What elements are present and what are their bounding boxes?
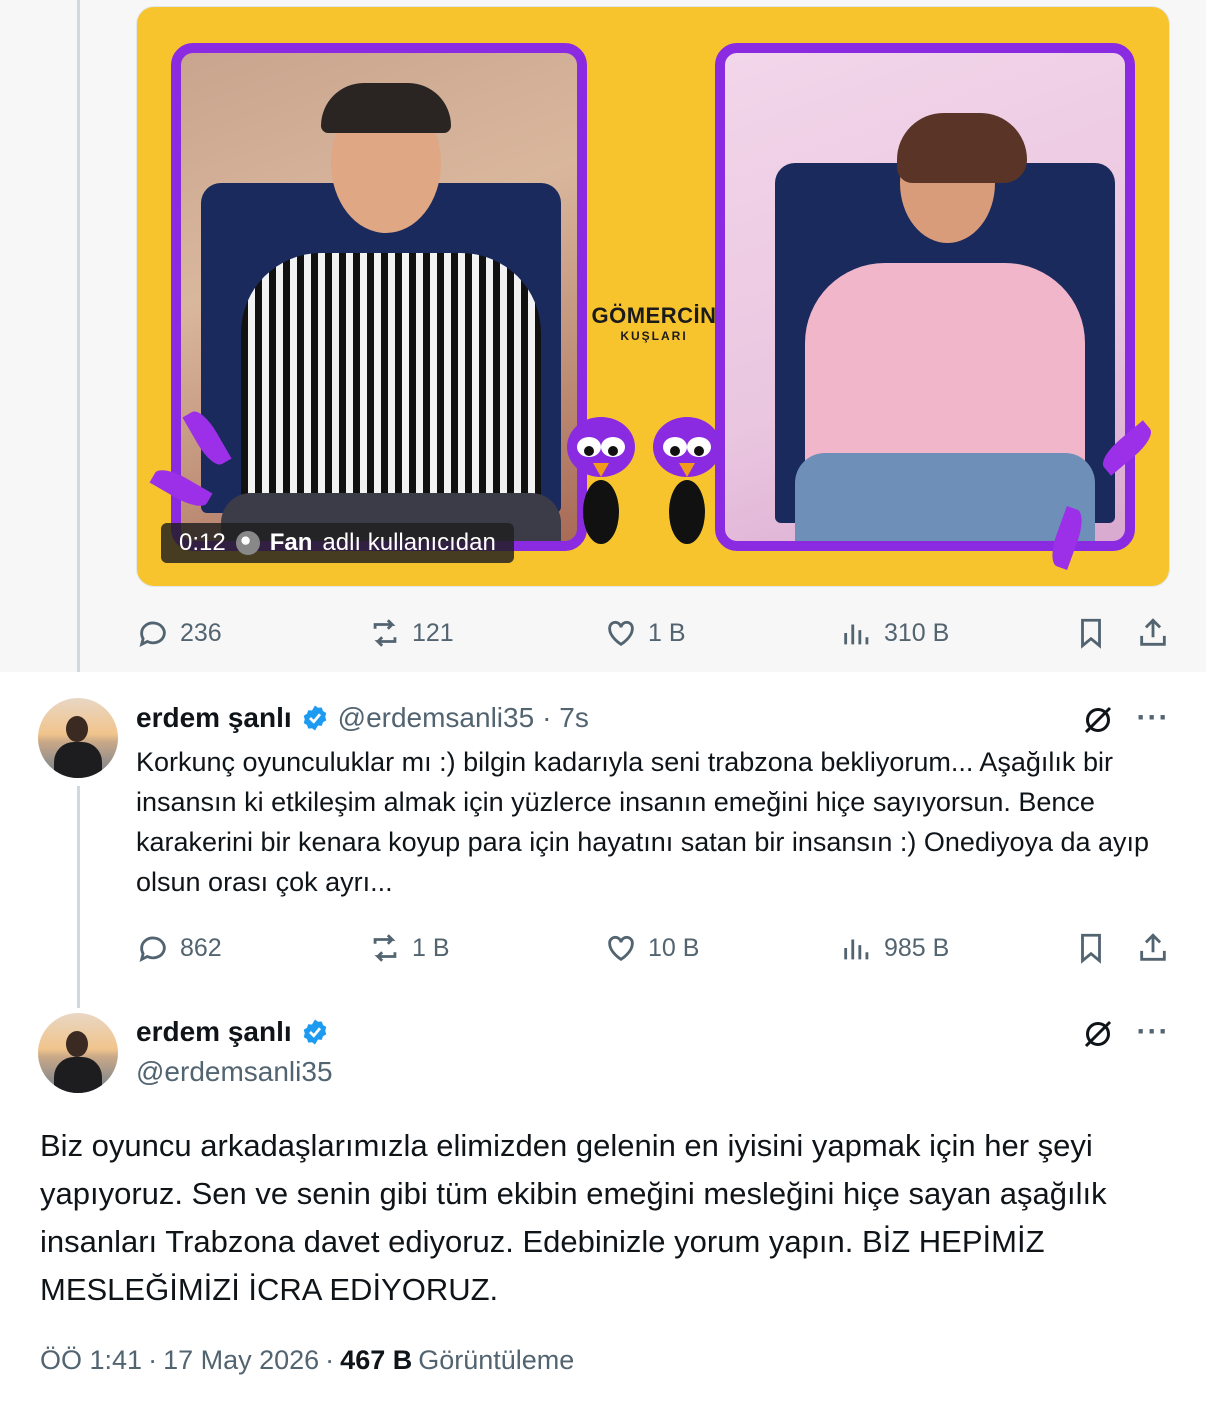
share-icon bbox=[1140, 618, 1166, 646]
verified-badge-icon bbox=[303, 1019, 326, 1045]
grok-icon[interactable] bbox=[1080, 1016, 1116, 1052]
tweet-thread-view: GÖMERCİN KUŞLARI 0:12 Fan adlı kullanıcı… bbox=[0, 0, 1206, 1402]
avatar[interactable] bbox=[38, 1013, 118, 1093]
attribution-suffix: adlı kullanıcıdan bbox=[322, 529, 496, 556]
meta-separator: · bbox=[325, 1345, 335, 1375]
like-button[interactable]: 10 B bbox=[604, 928, 699, 968]
main-tweet-handle-row: @erdemsanli35 bbox=[136, 1056, 333, 1088]
main-tweet-header: erdem şanlı bbox=[136, 1016, 330, 1048]
bird-mascot-left bbox=[567, 417, 635, 544]
views-count: 467 B bbox=[340, 1345, 413, 1375]
author-handle[interactable]: @erdemsanli35 bbox=[338, 702, 535, 734]
share-button[interactable] bbox=[1136, 613, 1170, 653]
avatar-body bbox=[54, 742, 102, 778]
views-count: 985 B bbox=[884, 933, 950, 962]
show-logo-line1: GÖMERCİN bbox=[591, 303, 717, 328]
reply-count: 862 bbox=[180, 933, 222, 962]
like-button[interactable]: 1 B bbox=[604, 613, 686, 653]
like-count: 10 B bbox=[648, 933, 700, 962]
quoted-tweet-actions: 236 121 1 B 310 B bbox=[136, 613, 1170, 653]
grok-icon[interactable] bbox=[1080, 702, 1116, 738]
author-handle[interactable]: @erdemsanli35 bbox=[136, 1056, 333, 1088]
author-name[interactable]: erdem şanlı bbox=[136, 1016, 292, 1048]
share-button[interactable] bbox=[1136, 928, 1170, 968]
video-attribution-overlay: 0:12 Fan adlı kullanıcıdan bbox=[161, 523, 514, 563]
video-frame-left bbox=[171, 43, 587, 551]
repost-button[interactable]: 121 bbox=[368, 613, 454, 653]
reply-icon bbox=[139, 936, 166, 962]
repost-icon bbox=[373, 619, 397, 647]
reply-tweet-text: Korkunç oyunculuklar mı :) bilgin kadarı… bbox=[136, 747, 1150, 897]
woman-jeans bbox=[795, 453, 1095, 541]
thread-connector-line bbox=[77, 0, 80, 672]
views-count: 310 B bbox=[884, 618, 950, 647]
bird-mascot-right bbox=[653, 417, 721, 544]
repost-button[interactable]: 1 B bbox=[368, 928, 450, 968]
like-icon bbox=[608, 935, 634, 962]
video-player[interactable]: GÖMERCİN KUŞLARI 0:12 Fan adlı kullanıcı… bbox=[136, 6, 1170, 587]
bookmark-icon bbox=[1081, 933, 1101, 964]
bookmark-button[interactable] bbox=[1074, 613, 1108, 653]
views-icon bbox=[844, 624, 869, 645]
tweet-time[interactable]: ÖÖ 1:41 bbox=[40, 1345, 142, 1376]
views-button[interactable]: 310 B bbox=[840, 613, 949, 653]
bookmark-icon bbox=[1081, 618, 1101, 649]
show-logo: GÖMERCİN KUŞLARI bbox=[589, 303, 719, 343]
reply-icon bbox=[139, 621, 166, 647]
avatar-body bbox=[54, 1057, 102, 1093]
tweet-header: erdem şanlı @erdemsanli35 · 7s bbox=[136, 702, 589, 734]
show-logo-line2: KUŞLARI bbox=[620, 329, 688, 343]
tweet-date[interactable]: 17 May 2026 bbox=[163, 1345, 319, 1376]
like-count: 1 B bbox=[648, 618, 686, 647]
reply-tweet-actions: 862 1 B 10 B 985 B bbox=[136, 928, 1170, 968]
woman-hair bbox=[897, 113, 1027, 183]
repost-count: 121 bbox=[412, 618, 454, 647]
more-icon[interactable]: ··· bbox=[1136, 703, 1170, 742]
author-name[interactable]: erdem şanlı bbox=[136, 702, 292, 734]
avatar-face bbox=[66, 716, 88, 742]
man-hair bbox=[321, 83, 451, 133]
attribution-user[interactable]: Fan bbox=[270, 529, 313, 557]
repost-count: 1 B bbox=[412, 933, 450, 962]
views-label: Görüntüleme bbox=[418, 1345, 575, 1375]
more-icon[interactable]: ··· bbox=[1136, 1017, 1170, 1056]
video-frame-right bbox=[715, 43, 1135, 551]
bookmark-button[interactable] bbox=[1074, 928, 1108, 968]
avatar-face bbox=[66, 1031, 88, 1057]
reply-button[interactable]: 236 bbox=[136, 613, 222, 653]
meta-separator: · bbox=[148, 1345, 158, 1375]
tweet-meta: ÖÖ 1:41 · 17 May 2026 · 467 B Görüntülem… bbox=[40, 1345, 574, 1376]
avatar[interactable] bbox=[38, 698, 118, 778]
repost-icon bbox=[373, 934, 397, 962]
main-tweet-text: Biz oyuncu arkadaşlarımızla elimizden ge… bbox=[40, 1128, 1107, 1307]
globe-icon bbox=[235, 531, 260, 555]
views-button[interactable]: 985 B bbox=[840, 928, 949, 968]
tweet-time[interactable]: · 7s bbox=[542, 702, 589, 734]
video-timestamp: 0:12 bbox=[179, 529, 226, 556]
verified-badge-icon bbox=[303, 705, 326, 731]
thread-connector-line bbox=[77, 786, 80, 1008]
views-icon bbox=[844, 939, 869, 960]
reply-button[interactable]: 862 bbox=[136, 928, 222, 968]
like-icon bbox=[608, 620, 634, 647]
reply-count: 236 bbox=[180, 618, 222, 647]
share-icon bbox=[1140, 933, 1166, 961]
